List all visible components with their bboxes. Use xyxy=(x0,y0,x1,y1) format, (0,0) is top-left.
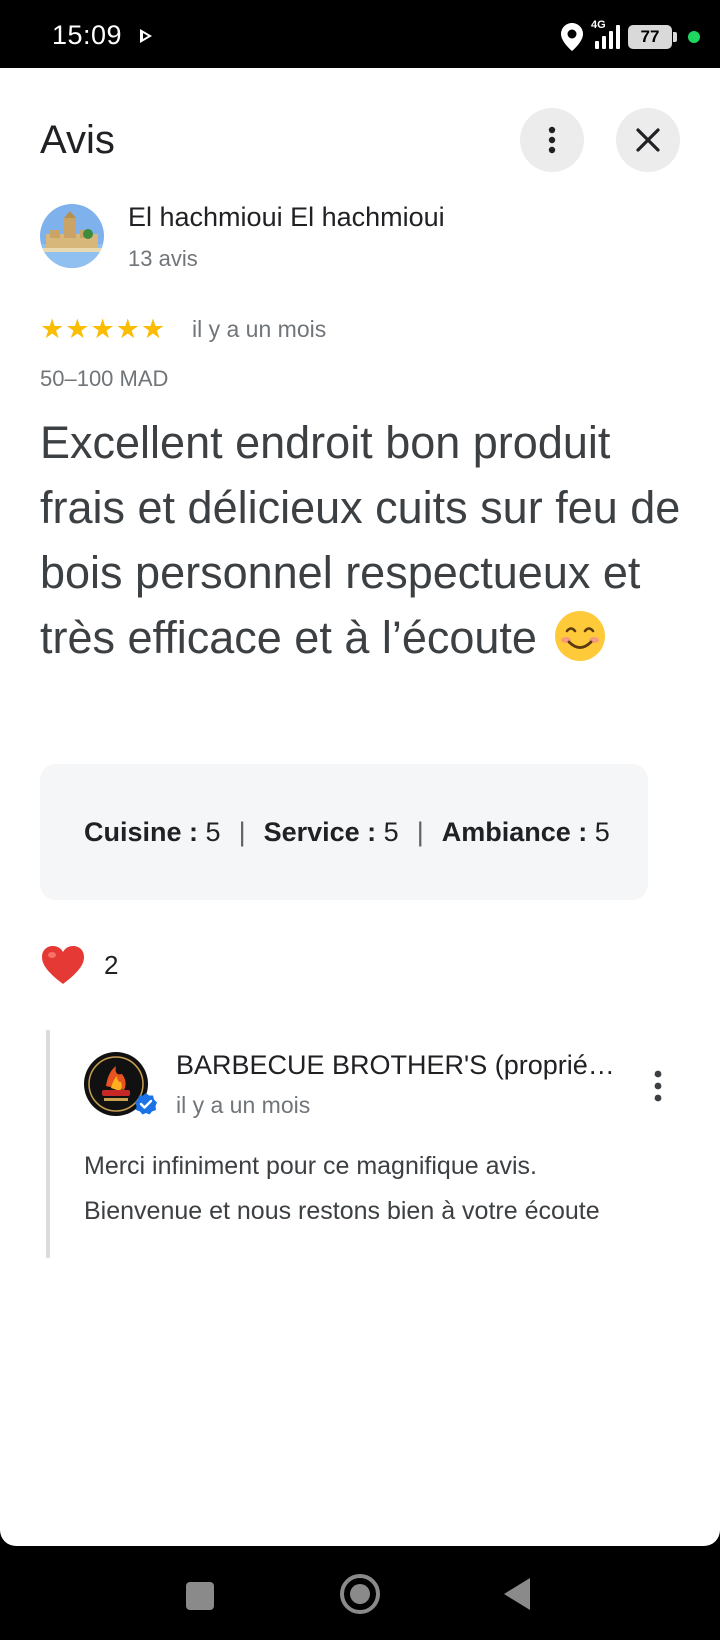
system-nav-bar xyxy=(0,1546,720,1640)
author-review-count: 13 avis xyxy=(128,246,198,271)
location-icon xyxy=(561,23,583,51)
network-type: 4G xyxy=(591,19,606,31)
play-indicator-icon xyxy=(140,29,152,43)
like-count: 2 xyxy=(104,950,119,980)
page-title: Avis xyxy=(40,118,115,162)
verified-badge-icon xyxy=(135,1093,157,1115)
review-date: il y a un mois xyxy=(192,316,327,342)
more-options-button[interactable] xyxy=(520,108,584,172)
more-vert-icon xyxy=(548,126,556,154)
status-time: 15:09 xyxy=(52,20,123,50)
heart-icon[interactable] xyxy=(40,944,86,986)
rating-service: Service : 5 xyxy=(263,816,399,847)
price-range: 50–100 MAD xyxy=(40,366,169,391)
owner-reply: BARBECUE BROTHER'S (proprié… il y a un m… xyxy=(46,1030,706,1258)
star-icon: ★ xyxy=(90,314,115,344)
privacy-indicator-icon xyxy=(688,31,700,43)
star-icon: ★ xyxy=(65,314,90,344)
reply-more-vert-icon[interactable] xyxy=(646,1066,670,1106)
owner-reply-text: Merci infiniment pour ce magnifique avis… xyxy=(84,1144,694,1234)
home-button[interactable] xyxy=(340,1574,380,1614)
owner-reply-line-2: Bienvenue et nous restons bien à votre é… xyxy=(84,1197,600,1225)
smiling-face-emoji-icon xyxy=(555,611,606,661)
close-icon xyxy=(636,128,660,152)
close-button[interactable] xyxy=(616,108,680,172)
battery-icon: 77 xyxy=(628,25,677,49)
reviews-sheet: Avis El hachmioui El hachmioui 13 avis ★… xyxy=(0,68,720,1546)
recents-button[interactable] xyxy=(186,1582,214,1610)
status-bar: 15:09 4G 77 xyxy=(0,0,720,68)
separator: | xyxy=(238,816,246,847)
owner-reply-date: il y a un mois xyxy=(176,1092,311,1118)
sub-ratings: Cuisine : 5 | Service : 5 | Ambiance : 5 xyxy=(40,764,648,900)
status-icons: 4G 77 xyxy=(561,19,700,52)
star-icon: ★ xyxy=(140,314,166,344)
review-text: Excellent endroit bon produit frais et d… xyxy=(40,410,700,670)
author-name[interactable]: El hachmioui El hachmioui xyxy=(128,202,445,233)
star-icon: ★ xyxy=(40,314,65,344)
owner-name[interactable]: BARBECUE BROTHER'S (proprié… xyxy=(176,1050,615,1081)
signal-icon: 4G xyxy=(591,19,620,49)
author-avatar[interactable] xyxy=(40,204,104,268)
back-button[interactable] xyxy=(504,1578,530,1610)
star-icon: ★ xyxy=(115,314,140,344)
separator: | xyxy=(416,816,424,847)
battery-level: 77 xyxy=(640,27,660,46)
rating-ambiance: Ambiance : 5 xyxy=(441,816,610,847)
owner-reply-line-1: Merci infiniment pour ce magnifique avis… xyxy=(84,1152,537,1180)
rating-cuisine: Cuisine : 5 xyxy=(84,816,221,847)
star-rating: ★ ★ ★ ★ ★ xyxy=(40,314,165,344)
